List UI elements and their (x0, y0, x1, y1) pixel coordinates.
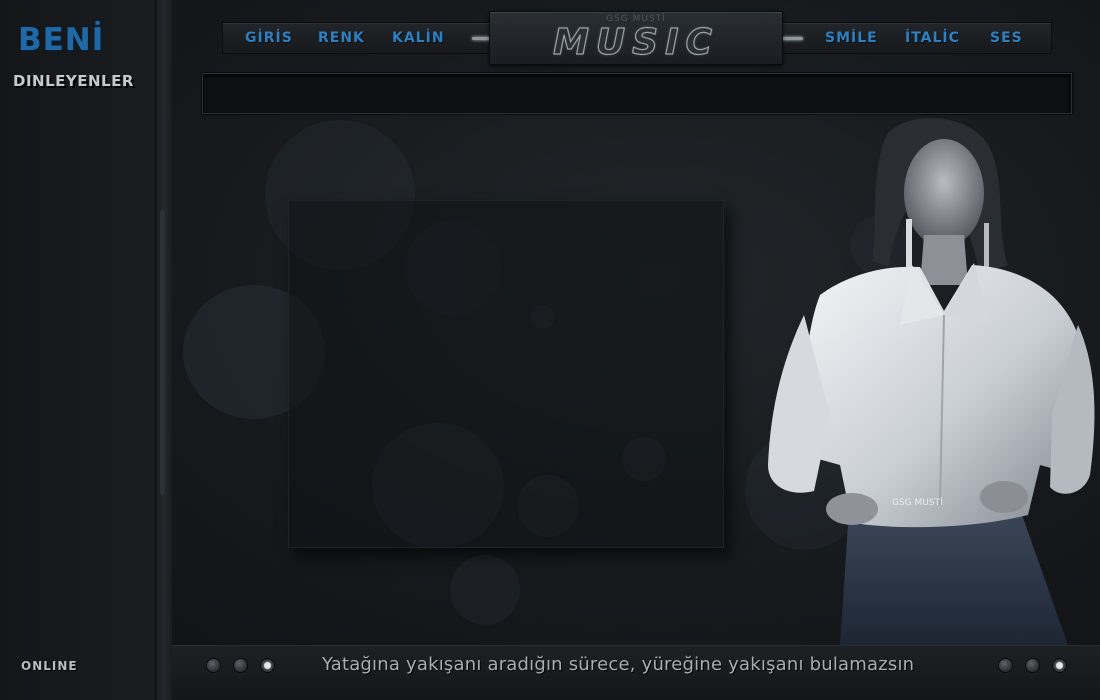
player-button[interactable] (206, 658, 221, 673)
marquee-field[interactable] (202, 73, 1072, 114)
player-button-active[interactable] (260, 658, 275, 673)
nav-giris[interactable]: GİRİS (245, 30, 293, 46)
sidebar-scrollbar[interactable] (160, 210, 165, 495)
footer-slogan: Yatağına yakışanı aradığın sürece, yüreğ… (322, 654, 915, 675)
online-status: ONLINE (21, 659, 78, 673)
sidebar-title: BENİ (18, 22, 105, 58)
sidebar: BENİ DINLEYENLER ONLINE (0, 0, 172, 700)
music-logo: GSG MUSTİ MUSIC (489, 11, 783, 65)
content-panel (288, 200, 724, 548)
nav-renk[interactable]: RENK (318, 30, 365, 46)
figure-watermark: GSG MUSTİ (892, 497, 943, 508)
player-button-active[interactable] (1052, 658, 1067, 673)
player-button[interactable] (1025, 658, 1040, 673)
nav-ses[interactable]: SES (990, 30, 1023, 46)
woman-portrait-image: GSG MUSTİ (768, 118, 1095, 645)
logo-title: MUSIC (552, 21, 719, 63)
app-window: BENİ DINLEYENLER ONLINE GİRİS RENK KALİN… (0, 0, 1100, 700)
nav-kalin[interactable]: KALİN (392, 30, 445, 46)
nav-smile[interactable]: SMİLE (825, 30, 878, 46)
player-button[interactable] (998, 658, 1013, 673)
bokeh-light (450, 555, 520, 625)
nav-italic[interactable]: İTALİC (905, 30, 960, 46)
sidebar-subtitle: DINLEYENLER (13, 72, 134, 90)
player-button[interactable] (233, 658, 248, 673)
